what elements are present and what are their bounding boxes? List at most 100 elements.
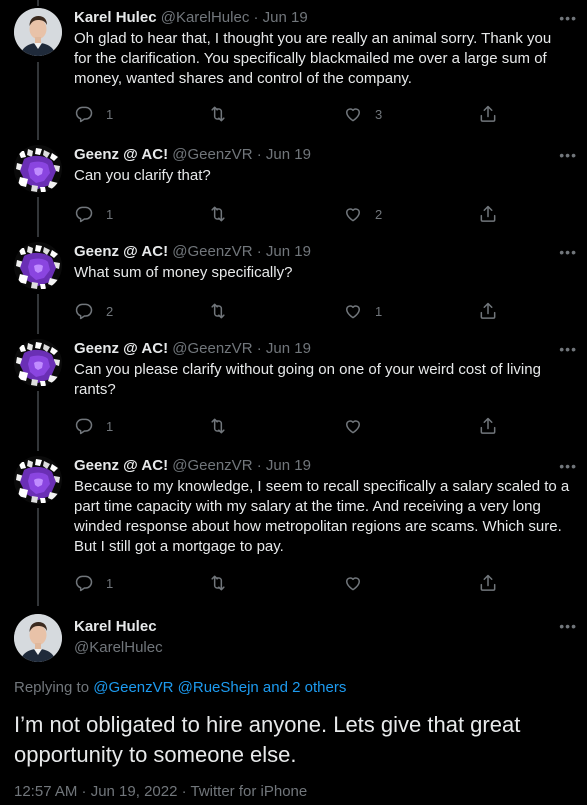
avatar[interactable] (14, 456, 62, 504)
more-options-button[interactable]: ••• (559, 10, 577, 26)
tweet[interactable]: Geenz @ AC! @GeenzVR · Jun 19 Can you pl… (0, 331, 587, 438)
display-name[interactable]: Geenz @ AC! (74, 243, 168, 260)
share-button[interactable] (478, 571, 498, 595)
user-handle[interactable]: @GeenzVR (172, 340, 252, 357)
tweet-text: Oh glad to hear that, I thought you are … (74, 30, 552, 87)
tweet-text: What sum of money specifically? (74, 264, 293, 281)
like-button[interactable]: 1 (343, 299, 382, 323)
reply-button[interactable]: 1 (74, 571, 113, 595)
retweet-button[interactable] (208, 299, 228, 323)
tweet-text: Can you clarify that? (74, 167, 211, 184)
share-icon (478, 573, 498, 593)
reply-icon (74, 204, 94, 224)
reply-count: 1 (106, 575, 114, 591)
tweet[interactable]: Geenz @ AC! @GeenzVR · Jun 19 Can you cl… (0, 137, 587, 226)
tweet[interactable]: Karel Hulec @KarelHulec · Jun 19 Oh glad… (0, 0, 587, 126)
separator-dot: · (253, 9, 259, 26)
user-handle[interactable]: @GeenzVR (172, 146, 252, 163)
avatar[interactable] (14, 242, 62, 290)
display-name[interactable]: Karel Hulec (74, 617, 157, 637)
retweet-button[interactable] (208, 414, 228, 438)
share-button[interactable] (478, 414, 498, 438)
retweet-icon (208, 573, 228, 593)
tweet-actions: 1 3 (74, 102, 571, 126)
avatar-image (14, 614, 62, 662)
like-icon (343, 301, 363, 321)
share-button[interactable] (478, 102, 498, 126)
user-handle[interactable]: @GeenzVR (172, 457, 252, 474)
share-button[interactable] (478, 299, 498, 323)
like-button[interactable]: 2 (343, 202, 382, 226)
avatar[interactable] (14, 339, 62, 387)
reply-button[interactable]: 1 (74, 102, 113, 126)
reply-button[interactable]: 2 (74, 299, 113, 323)
tweet-actions: 1 (74, 414, 571, 438)
separator-dot: · (256, 243, 262, 260)
tweet-actions: 2 1 (74, 299, 571, 323)
avatar[interactable] (14, 8, 62, 56)
share-icon (478, 301, 498, 321)
tweet-date[interactable]: Jun 19 (266, 457, 311, 474)
replying-prefix: Replying to (14, 679, 94, 696)
user-handle[interactable]: @KarelHulec (161, 9, 250, 26)
display-name[interactable]: Geenz @ AC! (74, 457, 168, 474)
tweet-timestamp[interactable]: 12:57 AM · Jun 19, 2022 · Twitter for iP… (14, 782, 307, 802)
more-options-button[interactable]: ••• (559, 618, 577, 634)
tweet-header: Geenz @ AC! @GeenzVR · Jun 19 (74, 234, 571, 262)
more-options-button[interactable]: ••• (559, 147, 577, 163)
like-count: 2 (375, 206, 383, 222)
like-button[interactable]: 3 (343, 102, 382, 126)
display-name[interactable]: Geenz @ AC! (74, 146, 168, 163)
reply-button[interactable]: 1 (74, 414, 113, 438)
tweet-date[interactable]: Jun 19 (266, 243, 311, 260)
reply-button[interactable]: 1 (74, 202, 113, 226)
more-options-button[interactable]: ••• (559, 458, 577, 474)
share-icon (478, 416, 498, 436)
avatar-image (14, 339, 62, 387)
retweet-button[interactable] (208, 102, 228, 126)
tweet-date[interactable]: Jun 19 (266, 340, 311, 357)
tweet[interactable]: Geenz @ AC! @GeenzVR · Jun 19 Because to… (0, 448, 587, 595)
like-button[interactable] (343, 414, 363, 438)
like-icon (343, 573, 363, 593)
tweet-header: Geenz @ AC! @GeenzVR · Jun 19 (74, 137, 571, 165)
avatar-image (14, 145, 62, 193)
reply-icon (74, 301, 94, 321)
reply-icon (74, 573, 94, 593)
separator-dot: · (256, 146, 262, 163)
like-icon (343, 416, 363, 436)
separator-dot: · (256, 340, 262, 357)
reply-icon (74, 104, 94, 124)
tweet-date[interactable]: Jun 19 (266, 146, 311, 163)
retweet-icon (208, 204, 228, 224)
share-icon (478, 104, 498, 124)
user-handle[interactable]: @GeenzVR (172, 243, 252, 260)
like-button[interactable] (343, 571, 363, 595)
reply-count: 1 (106, 418, 114, 434)
avatar-image (14, 8, 62, 56)
replying-to: Replying to @GeenzVR @RueShejn and 2 oth… (14, 678, 346, 698)
share-button[interactable] (478, 202, 498, 226)
tweet-actions: 1 (74, 571, 571, 595)
tweet-text: Can you please clarify without going on … (74, 361, 541, 398)
user-handle[interactable]: @KarelHulec (74, 638, 163, 658)
tweet-date[interactable]: Jun 19 (263, 9, 308, 26)
more-options-button[interactable]: ••• (559, 244, 577, 260)
avatar-image (14, 242, 62, 290)
tweet[interactable]: Geenz @ AC! @GeenzVR · Jun 19 What sum o… (0, 234, 587, 323)
like-count: 1 (375, 303, 383, 319)
avatar[interactable] (14, 145, 62, 193)
like-icon (343, 204, 363, 224)
tweet-actions: 1 2 (74, 202, 571, 226)
retweet-button[interactable] (208, 571, 228, 595)
main-tweet-text: I’m not obligated to hire anyone. Lets g… (14, 712, 521, 767)
display-name[interactable]: Geenz @ AC! (74, 340, 168, 357)
display-name[interactable]: Karel Hulec (74, 9, 157, 26)
reply-count: 1 (106, 106, 114, 122)
replying-to-links[interactable]: @GeenzVR @RueShejn and 2 others (93, 679, 346, 696)
reply-icon (74, 416, 94, 436)
more-options-button[interactable]: ••• (559, 341, 577, 357)
avatar[interactable] (14, 614, 62, 662)
reply-count: 1 (106, 206, 114, 222)
retweet-button[interactable] (208, 202, 228, 226)
